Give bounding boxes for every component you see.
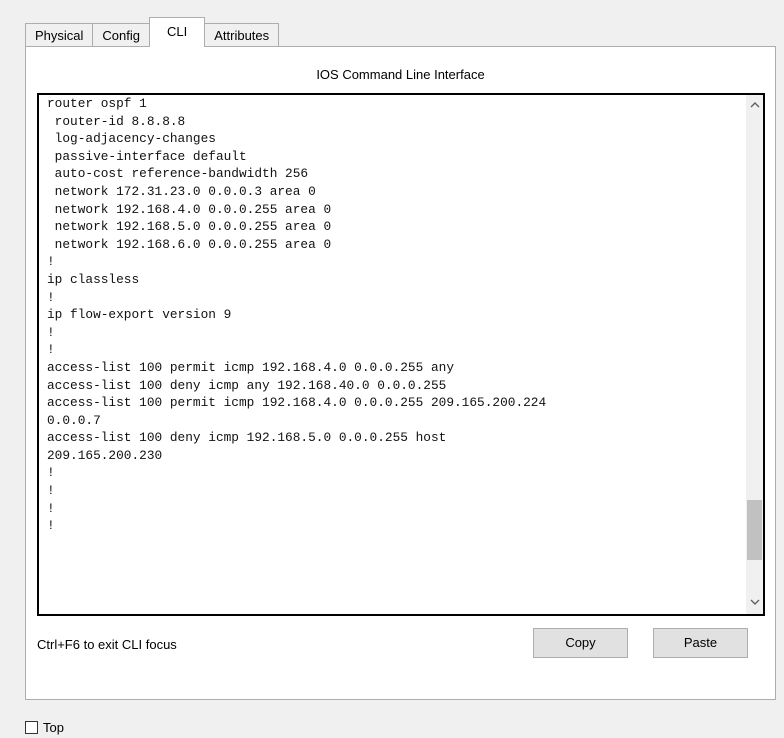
copy-button[interactable]: Copy	[533, 628, 628, 658]
chevron-down-icon[interactable]	[746, 595, 763, 612]
cli-focus-hint: Ctrl+F6 to exit CLI focus	[37, 637, 177, 652]
panel-title: IOS Command Line Interface	[316, 67, 485, 82]
scrollbar-thumb[interactable]	[747, 500, 762, 560]
chevron-up-icon[interactable]	[746, 97, 763, 114]
top-option[interactable]: Top	[25, 720, 64, 735]
paste-button[interactable]: Paste	[653, 628, 748, 658]
top-checkbox[interactable]	[25, 721, 38, 734]
cli-output[interactable]: router ospf 1 router-id 8.8.8.8 log-adja…	[47, 95, 546, 535]
vertical-scrollbar[interactable]	[746, 95, 763, 614]
tab-bar: Physical Config CLI Attributes	[25, 17, 280, 47]
tab-physical[interactable]: Physical	[25, 23, 94, 47]
cli-console[interactable]: router ospf 1 router-id 8.8.8.8 log-adja…	[37, 93, 765, 616]
tab-config[interactable]: Config	[92, 23, 150, 47]
tab-cli[interactable]: CLI	[149, 17, 206, 47]
top-checkbox-label: Top	[43, 720, 64, 735]
cli-panel: IOS Command Line Interface router ospf 1…	[25, 46, 776, 700]
tab-attributes[interactable]: Attributes	[204, 23, 280, 47]
